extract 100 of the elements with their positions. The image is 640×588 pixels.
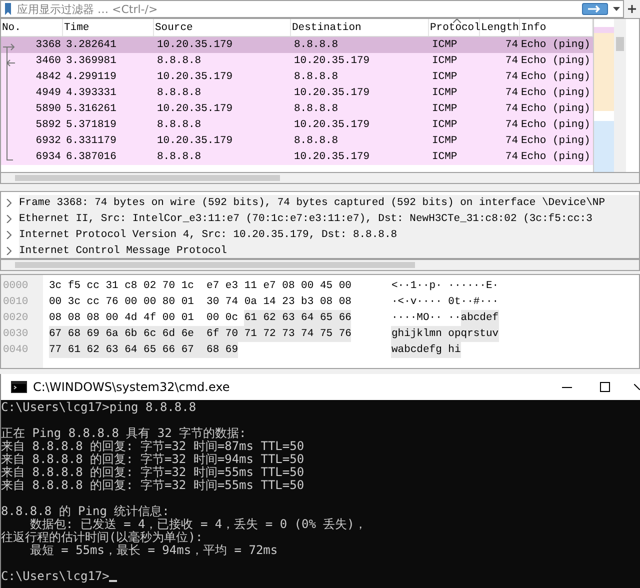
console-line: 最短 = 55ms，最长 = 94ms，平均 = 72ms [28,543,278,557]
table-cell-text: Echo (ping) [520,119,592,131]
hex-bytes[interactable]: 08 08 08 00 4d 4f 00 01 00 0c [49,310,244,326]
arrow-right-icon [587,5,603,13]
byte-offset: 0010 [2,295,30,310]
table-cell-text: 3368 [34,39,62,51]
table-cell-text: 10.20.35.179 [293,87,371,99]
console-prompt: C:\Users\lcg17> [1,570,110,583]
add-icon[interactable] [627,4,637,14]
ascii-text[interactable]: ghijklmn opqrstuv [391,326,499,342]
column-header[interactable]: Protocol [429,19,480,36]
byte-offset: 0020 [2,311,30,326]
table-cell-text: Echo (ping) [520,71,592,83]
column-header[interactable]: Destination [291,19,429,36]
packet-row[interactable]: 3460 3.369981 8.8.8.8 10.20.35.179 ICMP 74 Echo (ping) [1,53,593,69]
chevron-icon[interactable] [6,231,12,239]
packet-row[interactable]: 5890 5.316261 10.20.35.179 8.8.8.8 ICMP 74 Echo (ping) [1,101,593,117]
table-cell-text: 4.299119 [65,71,118,83]
table-cell-text: ICMP [431,103,458,115]
window-title: C:\WINDOWS\system32\cmd.exe [33,380,231,394]
table-cell-text: ICMP [431,39,458,51]
close-icon [634,384,640,390]
table-cell-text: 5892 [34,119,62,131]
ascii-text[interactable]: ·<·v···· 0t··#··· [391,294,499,310]
table-cell-text: 74 [504,71,519,83]
table-cell-text: Echo (ping) [520,55,592,67]
chevron-icon[interactable] [6,215,12,223]
byte-offset: 0040 [2,343,30,358]
hex-bytes[interactable]: 3c f5 cc 31 c8 02 70 1c e7 e3 11 e7 08 00 45 00 [49,278,352,294]
packet-row[interactable]: 4949 4.393331 8.8.8.8 10.20.35.179 ICMP 74 Echo (ping) [1,85,593,101]
table-cell-text: ICMP [431,55,458,67]
column-header[interactable]: Time [63,19,154,36]
table-cell-text: 74 [504,39,519,51]
table-cell-text: 6.331179 [65,135,118,147]
table-cell-text: Echo (ping) [520,103,592,115]
table-cell-text: 10.20.35.179 [156,39,234,51]
chevron-icon[interactable] [6,247,12,255]
table-cell-text: 74 [504,151,519,163]
hex-bytes[interactable]: 00 3c cc 76 00 00 80 01 30 74 0a 14 23 b3 08 08 [49,294,352,310]
table-cell-text: 74 [504,103,519,115]
horizontal-scrollbar[interactable] [0,259,640,271]
table-cell-text: 5.316261 [65,103,118,115]
packet-row[interactable]: 6934 6.387016 8.8.8.8 10.20.35.179 ICMP 74 Echo (ping) [1,149,593,165]
table-cell-text: Echo (ping) [520,39,592,51]
packet-row[interactable]: 5892 5.371819 8.8.8.8 10.20.35.179 ICMP 74 Echo (ping) [1,117,593,133]
table-cell-text: 5.371819 [65,119,118,131]
table-cell-text: 74 [504,119,519,131]
ascii-text[interactable]: abcdef [460,310,499,326]
table-cell-text: 10.20.35.179 [156,71,234,83]
packet-row[interactable]: 6932 6.331179 10.20.35.179 8.8.8.8 ICMP 74 Echo (ping) [1,133,593,149]
table-cell-text: 6.387016 [65,151,118,163]
vertical-scrollbar[interactable] [614,19,626,172]
display-filter-field[interactable]: 应用显示过滤器 … <Ctrl-/> [15,2,582,16]
table-cell-text: ICMP [431,135,458,147]
table-cell-text: 8.8.8.8 [156,119,202,131]
table-cell-text: ICMP [431,87,458,99]
table-cell-text: Echo (ping) [520,87,592,99]
column-header[interactable]: No. [1,19,63,36]
apply-filter-button[interactable] [582,3,608,15]
ascii-text[interactable]: wabcdefg hi [391,342,461,358]
hex-bytes[interactable]: 77 61 62 63 64 65 66 67 68 69 [49,342,238,358]
console-line: 来自 8.8.8.8 的回复: 字节=32 时间=94ms TTL=50 [1,452,304,466]
packet-row[interactable]: 4842 4.299119 10.20.35.179 8.8.8.8 ICMP 74 Echo (ping) [1,69,593,85]
table-cell-text: 74 [504,135,519,147]
table-cell-text: Echo (ping) [520,135,592,147]
column-header[interactable]: Info [520,19,593,36]
table-cell-text: 10.20.35.179 [293,151,371,163]
column-header[interactable]: Length [480,19,520,36]
ascii-text[interactable]: ····MO·· ·· [391,310,461,326]
table-cell-text: ICMP [431,151,458,163]
table-cell-text: 10.20.35.179 [156,103,234,115]
byte-offset: 0000 [2,279,30,294]
console-line: 来自 8.8.8.8 的回复: 字节=32 时间=87ms TTL=50 [1,439,304,453]
console-icon [11,381,27,393]
table-cell-text: 74 [504,87,519,99]
console-line: 往返行程的估计时间(以毫秒为单位): [1,530,203,544]
table-cell-text: 8.8.8.8 [156,151,202,163]
table-cell-text: 8.8.8.8 [293,39,340,51]
table-cell-text: ICMP [431,71,458,83]
table-cell-text: Echo (ping) [520,151,592,163]
column-header[interactable]: Source [154,19,291,36]
console-line: 来自 8.8.8.8 的回复: 字节=32 时间=55ms TTL=50 [1,465,304,479]
byte-offset: 0030 [2,327,30,342]
table-cell-text: 8.8.8.8 [156,87,202,99]
console-line: 正在 Ping 8.8.8.8 具有 32 字节的数据: [1,426,246,440]
table-cell-text: 8.8.8.8 [293,135,340,147]
hex-bytes[interactable]: 61 62 63 64 65 66 [244,310,352,326]
hex-bytes[interactable]: 67 68 69 6a 6b 6c 6d 6e 6f 70 71 72 73 74 75 76 [49,326,352,342]
ascii-text[interactable]: <··1··p· ······E· [391,278,499,294]
table-cell-text: 4.393331 [65,87,118,99]
table-cell-text: 8.8.8.8 [293,103,340,115]
text-cursor [109,580,118,582]
table-cell-text: ICMP [431,119,458,131]
packet-row[interactable]: 3368 3.282641 10.20.35.179 8.8.8.8 ICMP 74 Echo (ping) [1,37,593,53]
table-cell-text: 10.20.35.179 [293,55,371,67]
related-end-icon [6,151,13,161]
minimize-icon [562,386,572,388]
chevron-icon[interactable] [6,199,12,207]
filter-bar[interactable]: 应用显示过滤器 … <Ctrl-/> [0,0,624,18]
horizontal-scrollbar[interactable] [0,173,640,184]
